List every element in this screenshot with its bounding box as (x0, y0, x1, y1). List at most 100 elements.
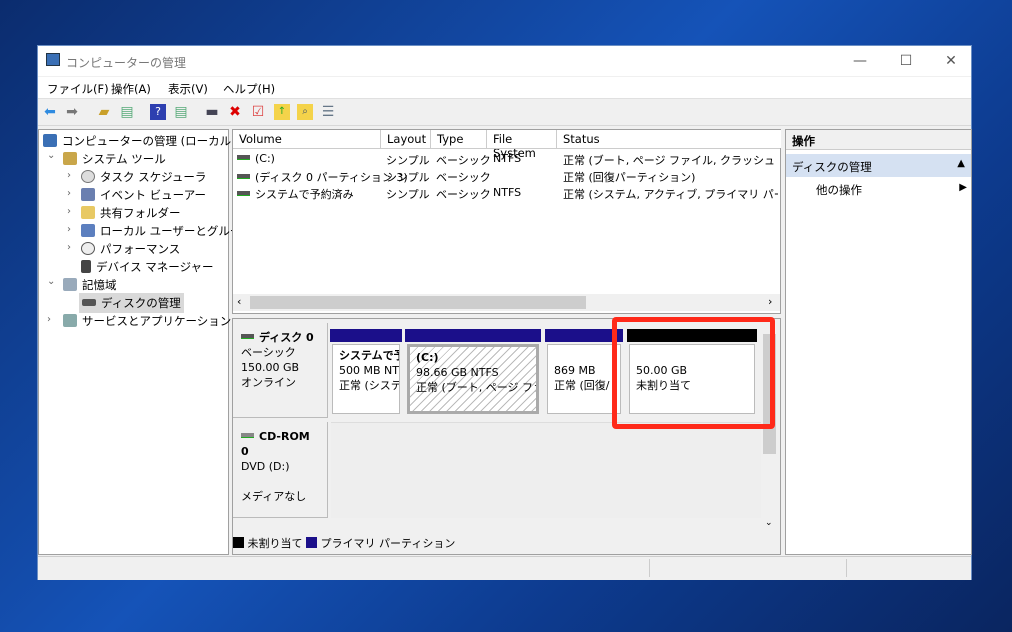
disk-name: ディスク 0 (259, 331, 314, 344)
partition-status: 正常 (システ (339, 379, 400, 392)
volume-drive-icon (237, 174, 250, 179)
primary-partition-bar (405, 329, 541, 342)
navigation-tree: コンピューターの管理 (ローカル) ⌄ システム ツール › タスク スケジュー… (38, 129, 252, 555)
volume-row[interactable]: (ディスク 0 パーティション 3) シンプル ベーシック 正常 (回復パーティション… (233, 168, 780, 184)
actions-pane: 操作 ディスクの管理 ▲ 他の操作 ▶ (785, 129, 972, 555)
tree-item-disk-management[interactable]: ディスクの管理 (79, 293, 184, 313)
scroll-right-icon[interactable]: › (768, 295, 772, 308)
cell-file-system: NTFS (493, 152, 521, 165)
expand-chevron-icon[interactable]: › (67, 206, 71, 217)
tree-label: コンピューターの管理 (ローカル) (62, 134, 236, 148)
expand-chevron-icon[interactable]: › (47, 314, 51, 325)
scroll-down-icon[interactable]: ⌄ (765, 518, 773, 528)
column-volume[interactable]: Volume (233, 130, 381, 148)
actions-section-disk-management[interactable]: ディスクの管理 ▲ (786, 154, 971, 177)
cell-status: 正常 (ブート, ページ ファイル, クラッシュ ダンプ, プ (563, 152, 778, 168)
expand-chevron-icon[interactable]: › (67, 170, 71, 181)
legend-swatch-unallocated (233, 537, 244, 548)
cell-type: ベーシック (436, 186, 491, 202)
services-icon (63, 314, 77, 327)
menu-action[interactable]: 操作(A) (111, 81, 151, 97)
disk-0-info[interactable]: ディスク 0 ベーシック 150.00 GB オンライン (233, 323, 328, 418)
tree-label: デバイス マネージャー (96, 260, 214, 274)
expand-chevron-icon[interactable]: ⌄ (47, 150, 55, 161)
cell-file-system: NTFS (493, 186, 521, 199)
column-type[interactable]: Type (431, 130, 487, 148)
expand-chevron-icon[interactable]: › (67, 242, 71, 253)
actions-more-item[interactable]: 他の操作 ▶ (816, 182, 971, 198)
disk-icon (82, 299, 96, 306)
collapse-up-icon[interactable]: ▲ (957, 158, 965, 169)
maximize-button[interactable]: ☐ (886, 50, 926, 72)
up-folder-icon[interactable]: ▰ (96, 104, 112, 120)
cell-text: 正常 (回復パーティション) (563, 171, 696, 184)
tree-item-computer-management[interactable]: コンピューターの管理 (ローカル) (43, 133, 236, 149)
help-icon[interactable]: ? (150, 104, 166, 120)
tree-item-storage[interactable]: 記憶域 (63, 277, 117, 293)
back-icon[interactable]: ⬅ (42, 104, 58, 120)
tree-label: ディスクの管理 (101, 296, 181, 310)
tree-label: イベント ビューアー (100, 188, 207, 202)
tree-label: サービスとアプリケーション (82, 314, 232, 328)
primary-partition-bar (330, 329, 402, 342)
forward-icon[interactable]: ➡ (64, 104, 80, 120)
expand-chevron-icon[interactable]: ⌄ (47, 276, 55, 287)
computer-icon (43, 134, 57, 147)
tree-label: 記憶域 (82, 278, 117, 292)
cell-text: (C:) (255, 152, 275, 165)
show-hide-tree-icon[interactable]: ▤ (119, 104, 135, 120)
delete-icon[interactable]: ✖ (227, 104, 243, 120)
column-layout[interactable]: Layout (381, 130, 431, 148)
partition-block[interactable]: 869 MB 正常 (回復/ (547, 344, 621, 414)
tree-item-shared-folders[interactable]: 共有フォルダー (81, 205, 181, 221)
tree-label: システム ツール (82, 152, 166, 166)
users-icon (81, 224, 95, 237)
menu-help[interactable]: ヘルプ(H) (223, 81, 275, 97)
minimize-button[interactable]: — (840, 50, 880, 72)
cell-layout: シンプル (386, 186, 430, 202)
column-file-system[interactable]: File System (487, 130, 557, 160)
cdrom-0-area (331, 422, 761, 518)
search-icon[interactable]: ⌕ (297, 104, 313, 120)
expand-chevron-icon[interactable]: › (67, 224, 71, 235)
export-icon[interactable]: ↑ (274, 104, 290, 120)
list-icon[interactable]: ☰ (320, 104, 336, 120)
properties-icon[interactable]: ☑ (250, 104, 266, 120)
show-hide-action-pane-icon[interactable]: ▤ (173, 104, 189, 120)
scroll-left-icon[interactable]: ‹ (237, 295, 241, 308)
legend-swatch-primary (306, 537, 317, 548)
scrollbar-thumb[interactable] (250, 296, 586, 309)
cell-text: (ディスク 0 パーティション 3) (255, 171, 408, 184)
section-label: ディスクの管理 (792, 160, 872, 174)
menu-file[interactable]: ファイル(F) (47, 81, 109, 97)
volume-drive-icon (237, 191, 250, 196)
volume-row[interactable]: システムで予約済み シンプル ベーシック NTFS 正常 (システム, アクティブ, プ… (233, 185, 780, 201)
tree-item-local-users-groups[interactable]: ローカル ユーザーとグループ (81, 223, 252, 239)
partition-block[interactable]: (C:) 98.66 GB NTFS 正常 (ブート, ページ ファイル (407, 344, 539, 414)
cell-status: 正常 (回復パーティション) (563, 169, 778, 185)
legend: 未割り当て プライマリ パーティション (233, 535, 455, 551)
partition-block[interactable]: システムで予 500 MB NTI 正常 (システ (332, 344, 400, 414)
tree-label: 共有フォルダー (100, 206, 181, 220)
cell-text: ベーシック (436, 171, 491, 184)
tree-item-performance[interactable]: パフォーマンス (81, 241, 180, 257)
tree-item-event-viewer[interactable]: イベント ビューアー (81, 187, 206, 203)
cdrom-0-info[interactable]: CD-ROM 0 DVD (D:) メディアなし (233, 422, 328, 518)
close-button[interactable]: ✕ (931, 50, 971, 72)
connect-icon[interactable]: ▬ (204, 104, 220, 120)
column-status[interactable]: Status (557, 130, 781, 148)
horizontal-scrollbar[interactable]: ‹ › (233, 294, 780, 311)
expand-chevron-icon[interactable]: › (67, 188, 71, 199)
cell-text: システムで予約済み (255, 188, 354, 201)
device-manager-icon (81, 260, 91, 273)
tree-item-device-manager[interactable]: デバイス マネージャー (81, 259, 214, 275)
tree-item-system-tools[interactable]: システム ツール (63, 151, 166, 167)
partition-size: 500 MB NTI (339, 364, 400, 377)
tree-item-task-scheduler[interactable]: タスク スケジューラ (81, 169, 206, 185)
volume-row[interactable]: (C:) シンプル ベーシック NTFS 正常 (ブート, ページ ファイル, クラッシ… (233, 151, 780, 167)
unallocated-highlight-box (612, 317, 775, 429)
tree-item-services-applications[interactable]: サービスとアプリケーション (63, 313, 231, 329)
cell-volume: システムで予約済み (237, 186, 354, 202)
menu-view[interactable]: 表示(V) (168, 81, 208, 97)
status-bar (38, 556, 971, 580)
